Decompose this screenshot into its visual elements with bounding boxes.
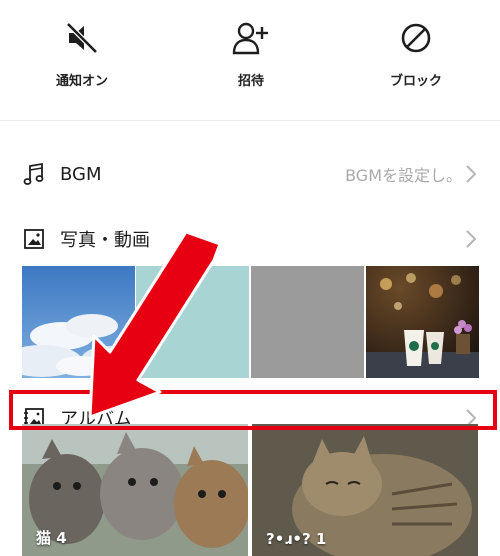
bgm-value: BGMを設定し。	[345, 166, 462, 185]
block-label: ブロック	[389, 74, 442, 89]
invite-label: 招待	[237, 74, 264, 89]
section-divider	[0, 120, 500, 121]
photos-videos-row[interactable]: 写真・動画	[0, 213, 500, 265]
chevron-right-icon	[466, 165, 477, 183]
media-thumbnail-gray[interactable]	[251, 266, 364, 378]
speaker-mute-icon	[62, 18, 102, 58]
media-thumbnail-sky[interactable]	[22, 266, 135, 378]
album-caption: 猫 4	[36, 529, 67, 547]
block-icon	[396, 18, 436, 58]
add-user-icon	[231, 18, 271, 58]
block-button[interactable]: ブロック	[356, 18, 476, 89]
album-caption: ?•ɹ•? 1	[266, 530, 327, 548]
chevron-right-icon	[466, 230, 477, 248]
music-note-icon	[22, 162, 46, 186]
photos-videos-label: 写真・動画	[60, 230, 150, 251]
chat-actions-bar: 通知オン 招待 ブロック	[0, 0, 500, 120]
media-thumbnail-cafe[interactable]	[366, 266, 479, 378]
notification-toggle-button[interactable]: 通知オン	[22, 18, 142, 89]
notification-label: 通知オン	[55, 74, 108, 89]
album-thumbnail-cats[interactable]: 猫 4	[22, 424, 248, 556]
image-icon	[22, 227, 46, 251]
bgm-row[interactable]: BGM BGMを設定し。	[0, 148, 500, 200]
bgm-label: BGM	[60, 163, 102, 185]
media-thumbnail-teal[interactable]	[136, 266, 249, 378]
album-thumbnail-tabby[interactable]: ?•ɹ•? 1	[252, 424, 478, 556]
invite-button[interactable]: 招待	[191, 18, 311, 89]
